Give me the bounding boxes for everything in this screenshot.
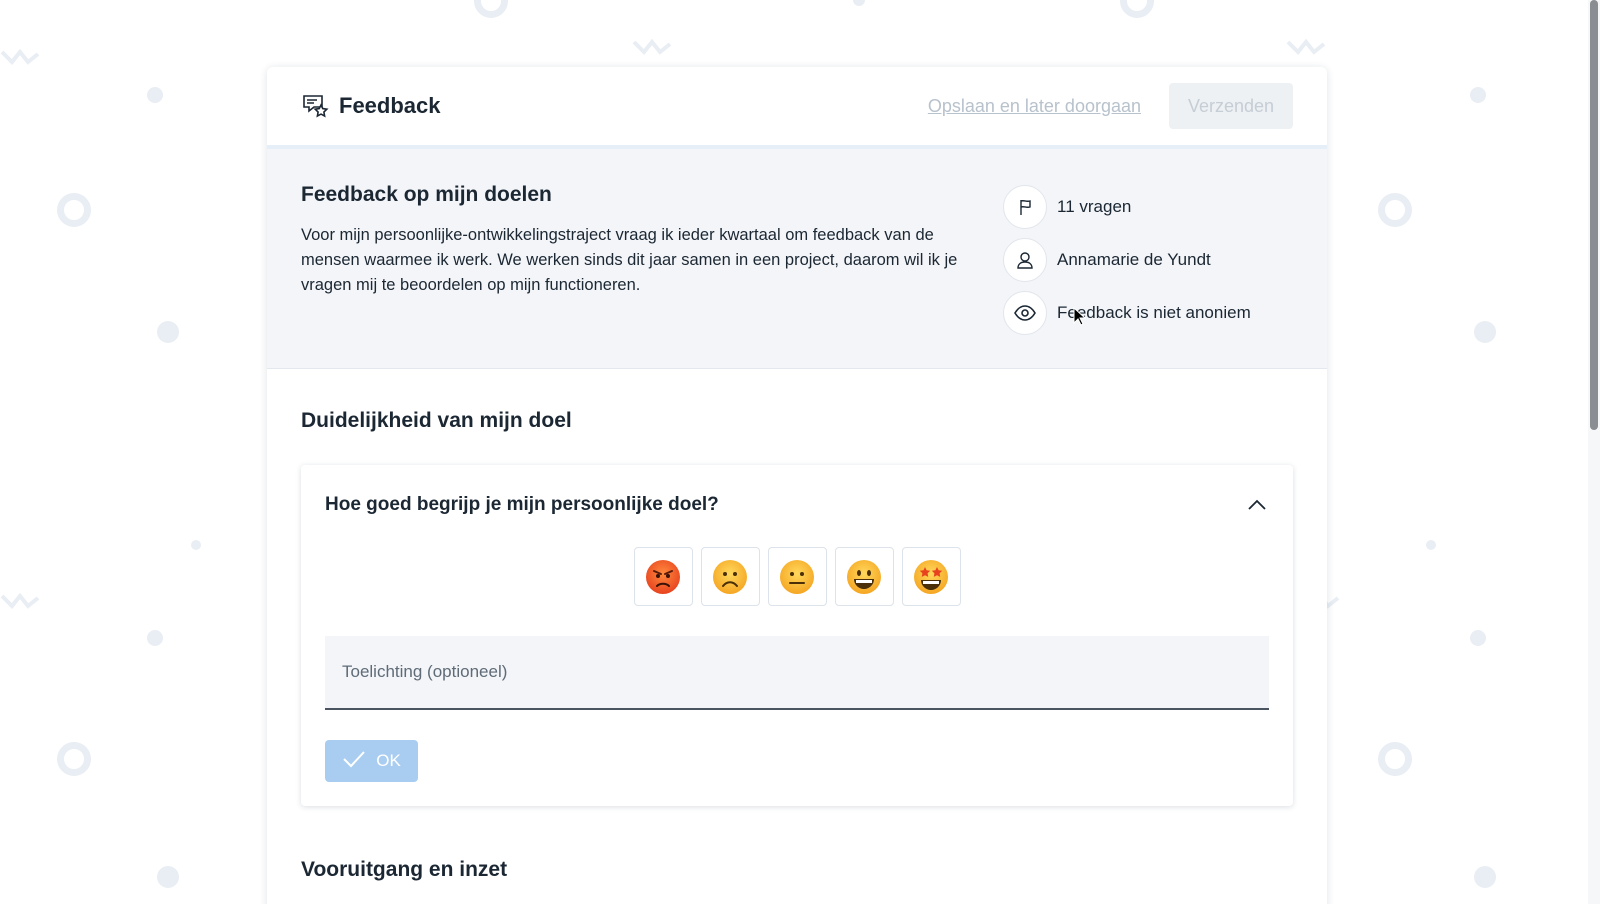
scrollbar-thumb[interactable] (1590, 0, 1598, 430)
decor-dot (1470, 630, 1486, 646)
decor-dot (191, 540, 201, 550)
meta-questions: 11 vragen (1003, 185, 1251, 229)
flag-icon (1003, 185, 1047, 229)
checkmark-icon (342, 750, 366, 773)
page-title: Feedback (339, 93, 441, 118)
page-scrollbar[interactable] (1588, 0, 1600, 904)
decor-ring (1378, 193, 1412, 227)
decor-ring (57, 742, 91, 776)
feedback-card: Feedback Opslaan en later doorgaan Verze… (267, 67, 1327, 904)
rating-happy-button[interactable] (834, 547, 894, 606)
decor-dot (853, 0, 865, 6)
grinning-face-icon (847, 559, 881, 594)
sad-face-icon (713, 559, 747, 594)
card-header: Feedback Opslaan en later doorgaan Verze… (267, 67, 1327, 149)
decor-zigzag (0, 592, 40, 609)
feedback-star-icon (301, 92, 329, 120)
intro-description: Voor mijn persoonlijke-ontwikkelingstraj… (301, 226, 958, 294)
rating-angry-button[interactable] (633, 547, 693, 606)
decor-dot (157, 866, 179, 888)
decor-zigzag (632, 38, 672, 55)
angry-face-icon (646, 559, 680, 594)
decor-ring (1378, 742, 1412, 776)
ok-button[interactable]: OK (325, 740, 418, 782)
save-later-link[interactable]: Opslaan en later doorgaan (928, 96, 1141, 117)
meta-anonymity: Feedback is niet anoniem (1003, 291, 1251, 335)
meta-author-text: Annamarie de Yundt (1057, 250, 1211, 269)
question-title: Hoe goed begrijp je mijn persoonlijke do… (325, 494, 719, 515)
decor-dot (147, 87, 163, 103)
ok-button-label: OK (376, 751, 401, 770)
decor-ring (1120, 0, 1154, 18)
section-goal-clarity: Duidelijkheid van mijn doel Hoe goed beg… (267, 369, 1327, 806)
decor-dot (157, 321, 179, 343)
section-heading: Vooruitgang en inzet (301, 858, 508, 881)
chevron-up-icon[interactable] (1245, 493, 1269, 517)
eye-icon (1003, 291, 1047, 335)
meta-questions-text: 11 vragen (1057, 197, 1132, 216)
decor-ring (57, 193, 91, 227)
section-progress: Vooruitgang en inzet (267, 806, 1327, 882)
meta-author: Annamarie de Yundt (1003, 238, 1251, 282)
section-heading: Duidelijkheid van mijn doel (301, 409, 572, 432)
decor-ring (474, 0, 508, 18)
decor-dot (1474, 321, 1496, 343)
intro-panel: Feedback op mijn doelen Voor mijn persoo… (267, 149, 1327, 369)
intro-text: Feedback op mijn doelen Voor mijn persoo… (301, 183, 971, 368)
decor-dot (1426, 540, 1436, 550)
decor-zigzag (1286, 38, 1326, 55)
intro-meta: 11 vragen Annamarie de Yundt Feedback is… (1003, 183, 1251, 368)
mouse-cursor-icon (1073, 307, 1087, 326)
decor-dot (1470, 87, 1486, 103)
decor-zigzag (0, 48, 40, 65)
star-struck-icon (914, 559, 948, 594)
decor-dot (1474, 866, 1496, 888)
question-card: Hoe goed begrijp je mijn persoonlijke do… (301, 465, 1293, 806)
rating-options (325, 547, 1269, 606)
rating-star-struck-button[interactable] (901, 547, 961, 606)
intro-heading: Feedback op mijn doelen (301, 183, 552, 206)
decor-dot (147, 630, 163, 646)
neutral-face-icon (780, 559, 814, 594)
question-header[interactable]: Hoe goed begrijp je mijn persoonlijke do… (325, 493, 1269, 517)
comment-input[interactable] (325, 636, 1269, 710)
send-button[interactable]: Verzenden (1169, 83, 1293, 129)
rating-neutral-button[interactable] (767, 547, 827, 606)
rating-sad-button[interactable] (700, 547, 760, 606)
user-icon (1003, 238, 1047, 282)
